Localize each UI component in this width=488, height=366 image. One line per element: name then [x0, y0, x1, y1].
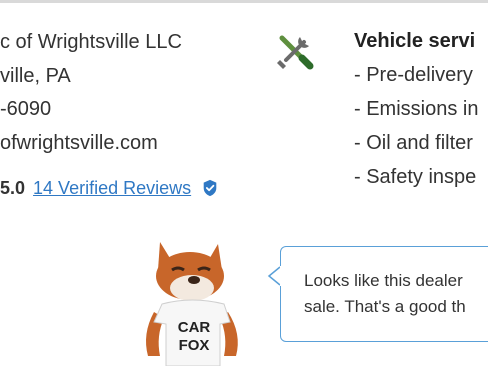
carfox-mascot: CAR FOX	[146, 242, 238, 366]
rating-value: 5.0	[0, 177, 26, 198]
service-title: Vehicle servi	[354, 30, 476, 52]
verified-reviews-link[interactable]: 14 Verified Reviews	[33, 178, 191, 199]
service-item: - Oil and filter	[354, 132, 473, 154]
service-item: - Safety inspe	[354, 166, 477, 188]
dealer-name: c of Wrightsville LLC	[0, 31, 182, 53]
dealer-phone[interactable]: -6090	[0, 98, 51, 121]
dealer-location: ville, PA	[0, 65, 71, 87]
callout-tail	[267, 266, 286, 286]
callout-text-line2: sale. That's a good th	[304, 297, 466, 316]
top-divider	[0, 0, 488, 3]
rating-row: 5.0 14 Verified Reviews	[0, 175, 219, 201]
dealer-website[interactable]: ofwrightsville.com	[0, 132, 158, 155]
callout-bubble	[280, 246, 488, 342]
verified-badge-icon	[203, 179, 217, 197]
callout-text-line1: Looks like this dealer	[304, 271, 463, 290]
fox-shirt-line2: FOX	[179, 337, 210, 354]
service-item: - Pre-delivery	[354, 64, 473, 86]
service-item: - Emissions in	[354, 98, 479, 120]
fox-shirt-line1: CAR	[178, 319, 211, 336]
tools-icon	[277, 35, 314, 70]
